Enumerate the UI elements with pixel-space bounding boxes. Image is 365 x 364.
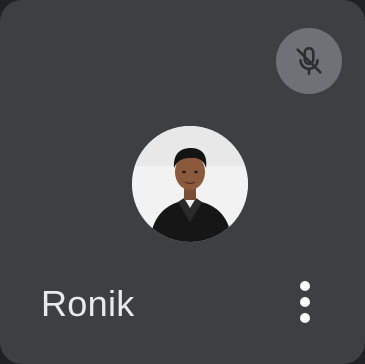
mic-muted-indicator	[276, 28, 342, 94]
mic-off-icon	[292, 44, 326, 78]
participant-tile[interactable]: Ronik	[0, 0, 365, 364]
more-options-button[interactable]	[288, 272, 322, 332]
more-vert-icon-dot	[300, 313, 310, 323]
more-vert-icon-dot	[300, 281, 310, 291]
participant-avatar	[132, 126, 248, 242]
more-vert-icon-dot	[300, 297, 310, 307]
participant-name: Ronik	[41, 283, 135, 324]
